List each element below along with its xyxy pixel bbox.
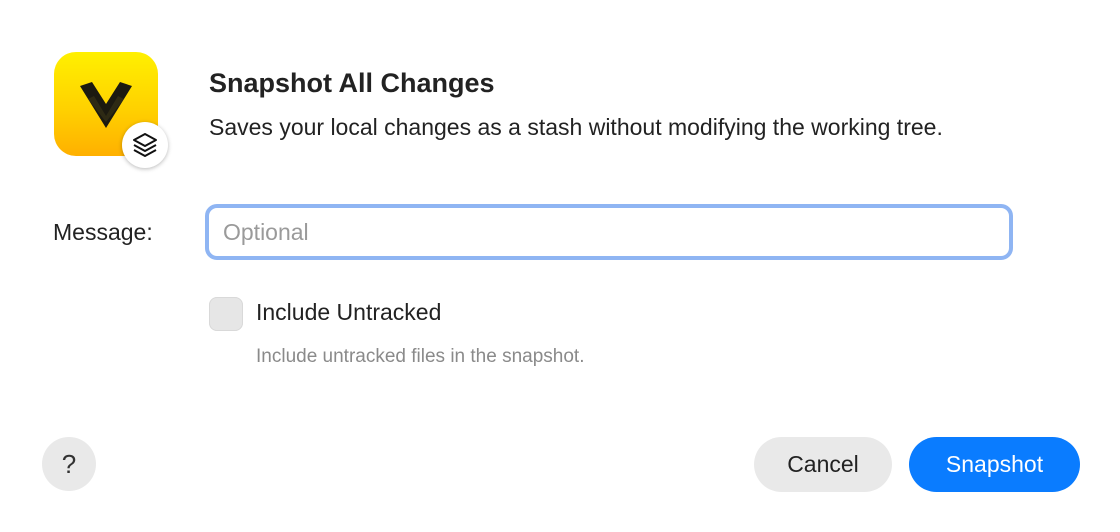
include-untracked-checkbox[interactable] [209,297,243,331]
message-input[interactable] [205,204,1013,260]
dialog-title: Snapshot All Changes [209,68,495,98]
snapshot-button[interactable]: Snapshot [909,437,1080,492]
message-label: Message: [53,219,153,245]
app-logo-icon [54,52,168,168]
layers-icon [133,133,157,157]
dialog-subtitle: Saves your local changes as a stash with… [209,114,943,140]
cancel-button[interactable]: Cancel [754,437,892,492]
snapshot-dialog: Snapshot All Changes Saves your local ch… [0,0,1120,532]
help-button[interactable]: ? [42,437,96,491]
logo-chevron-icon [80,82,132,128]
include-untracked-label[interactable]: Include Untracked [256,299,441,326]
layers-badge [122,122,168,168]
include-untracked-help-text: Include untracked files in the snapshot. [256,346,585,367]
